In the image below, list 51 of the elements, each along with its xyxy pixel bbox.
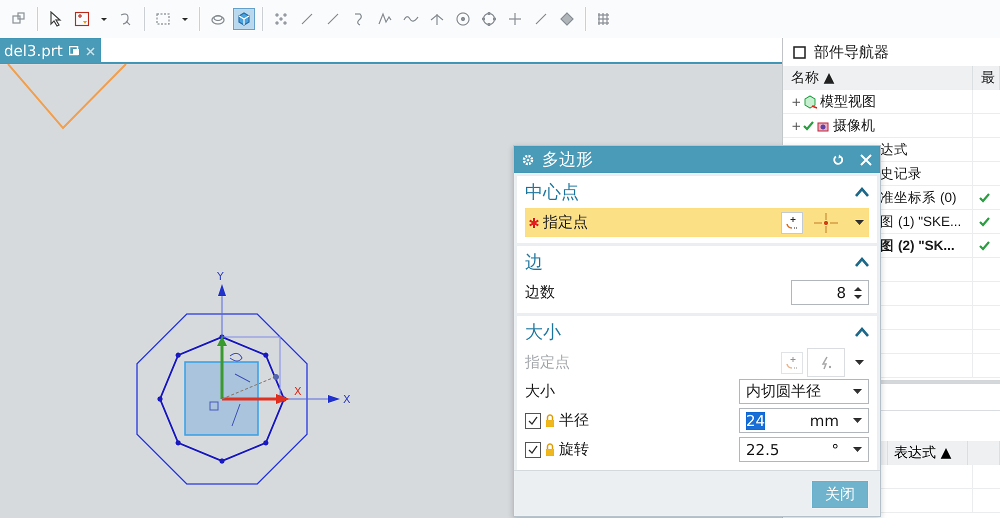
chevron-up-icon[interactable] [855, 327, 869, 337]
dropdown[interactable]: 内切圆半径 [739, 379, 869, 404]
point-dialog-button[interactable] [781, 212, 803, 234]
tree-item[interactable]: 达式 [880, 140, 908, 158]
field-label: 边数 [525, 283, 556, 302]
lock-icon[interactable] [545, 443, 555, 456]
point-plus-icon[interactable] [785, 216, 799, 230]
column-header[interactable]: 最 [973, 66, 1000, 90]
tree-item[interactable]: 史记录 [880, 164, 922, 182]
number-field[interactable]: 8 [791, 280, 869, 305]
tree-item[interactable]: 摄像机 [833, 116, 876, 134]
column-header[interactable]: 表达式 ▲ [888, 441, 968, 465]
axis-label: X [343, 393, 351, 406]
section-title[interactable]: 中心点 [525, 180, 579, 204]
caret-icon[interactable] [852, 418, 862, 424]
caret-icon[interactable] [854, 220, 864, 226]
tree-item[interactable]: 图 (2) "SK... [880, 236, 955, 254]
close-icon[interactable] [860, 154, 872, 166]
dialog-title: 多边形 [542, 149, 594, 171]
reset-icon[interactable] [832, 154, 844, 166]
panel-title: 部件导航器 [814, 42, 890, 62]
lock-icon[interactable] [545, 414, 555, 427]
cube-view-icon [803, 94, 818, 108]
column-header[interactable]: 名称 ▲ [783, 66, 974, 90]
chevron-up-icon[interactable] [855, 187, 869, 197]
expander[interactable]: + [791, 94, 802, 108]
axis-label: Y [217, 270, 224, 283]
field-label: 旋转 [559, 440, 589, 459]
window-icon[interactable] [793, 46, 806, 58]
close-icon[interactable] [86, 46, 95, 56]
chevron-up-icon[interactable] [855, 257, 869, 267]
settings-icon[interactable] [522, 154, 534, 166]
value-field[interactable]: 22.5 ° [739, 437, 869, 462]
spinner-arrows-icon[interactable] [854, 286, 862, 300]
tree-item[interactable]: 图 (1) "SKE... [880, 212, 962, 230]
axis-handle-label: X [294, 385, 302, 398]
expander[interactable]: + [791, 118, 802, 132]
field-label: 指定点 [543, 213, 588, 232]
tree-item[interactable]: 准坐标系 (0) [880, 188, 956, 206]
field-label: 半径 [559, 411, 589, 430]
field-label: 大小 [525, 382, 556, 401]
value-field[interactable]: 24 mm [739, 408, 869, 433]
section-title[interactable]: 边 [525, 250, 543, 274]
crosshair-icon[interactable] [813, 212, 839, 234]
field-label: 指定点 [525, 353, 570, 372]
tree-item[interactable]: 模型视图 [820, 92, 876, 110]
caret-icon[interactable] [853, 446, 862, 452]
cube-icon[interactable] [233, 8, 255, 30]
section-title[interactable]: 大小 [525, 320, 561, 344]
point-selector-row[interactable]: 指定点 [525, 208, 869, 237]
caret-icon[interactable] [853, 388, 862, 394]
